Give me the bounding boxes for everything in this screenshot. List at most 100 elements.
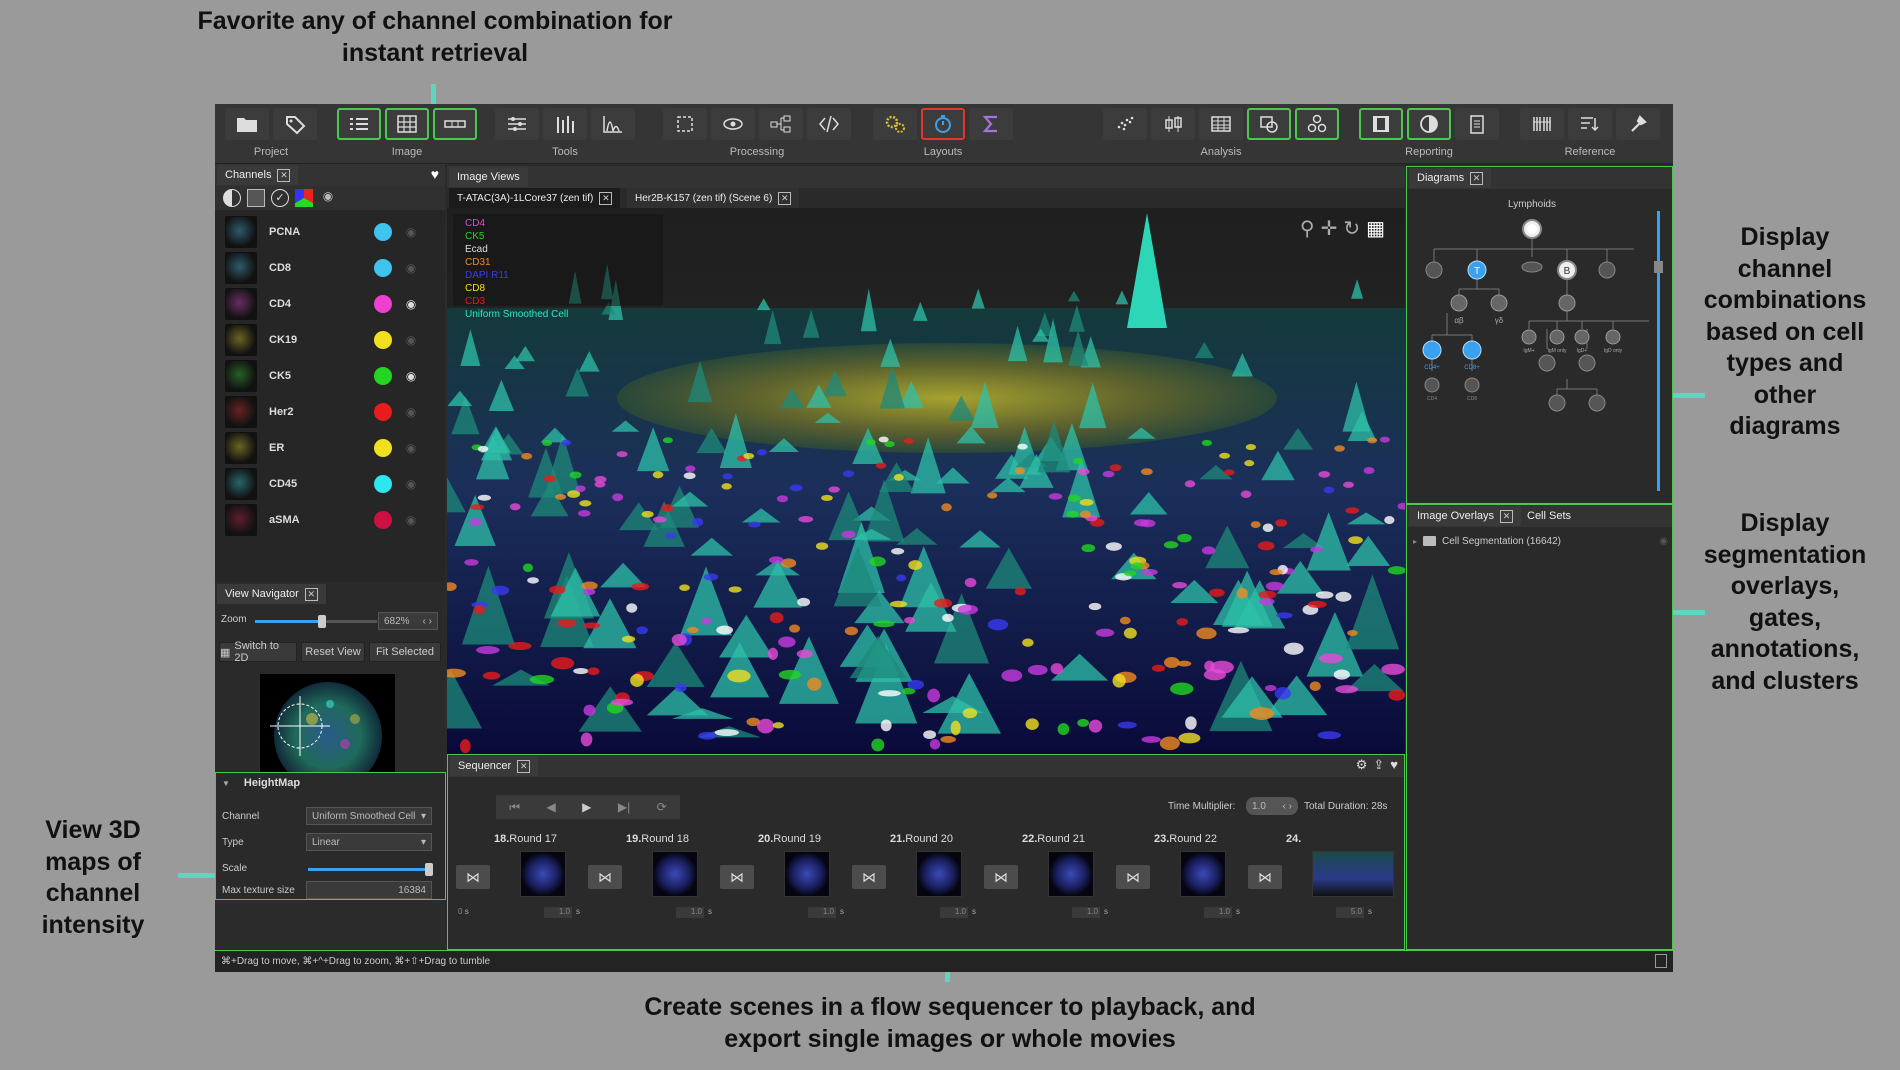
- scene-thumbnail[interactable]: [520, 851, 566, 897]
- scene-thumbnail[interactable]: [1180, 851, 1226, 897]
- gate-icon[interactable]: [1247, 108, 1291, 140]
- channel-list-icon[interactable]: [337, 108, 381, 140]
- channel-row[interactable]: CD8 ◉: [225, 250, 445, 286]
- gears-icon[interactable]: [873, 108, 917, 140]
- close-icon[interactable]: ✕: [277, 168, 291, 182]
- pan-icon[interactable]: ✛: [1321, 216, 1338, 241]
- transition-icon[interactable]: ⋈: [984, 865, 1018, 889]
- check-icon[interactable]: ✓: [271, 189, 289, 207]
- channel-color-swatch[interactable]: [374, 223, 392, 241]
- tab-diagrams[interactable]: Diagrams ✕: [1409, 168, 1492, 188]
- scene-thumbnail[interactable]: [784, 851, 830, 897]
- export-icon[interactable]: ⇪: [1373, 757, 1384, 773]
- visibility-eye-icon[interactable]: ◉: [403, 477, 419, 491]
- contrast-icon[interactable]: [1407, 108, 1451, 140]
- close-icon[interactable]: ✕: [517, 759, 531, 773]
- channel-color-swatch[interactable]: [374, 439, 392, 457]
- favorite-heart-icon[interactable]: ♥: [431, 166, 439, 182]
- channel-select[interactable]: Uniform Smoothed Cell ▾: [306, 807, 432, 825]
- scene-tile[interactable]: 24. ⋈ 5.0 s: [1244, 833, 1394, 927]
- channel-color-swatch[interactable]: [374, 331, 392, 349]
- channel-color-swatch[interactable]: [374, 475, 392, 493]
- tab-view-navigator[interactable]: View Navigator ✕: [217, 584, 326, 604]
- diagram-scrollbar[interactable]: [1654, 211, 1663, 491]
- visibility-eye-icon[interactable]: ◉: [403, 513, 419, 527]
- scene-tile[interactable]: 20.Round 19 ⋈ 1.0 s: [716, 833, 848, 927]
- zoom-slider[interactable]: [255, 615, 377, 628]
- close-icon[interactable]: ✕: [599, 191, 613, 205]
- sigma-icon[interactable]: [969, 108, 1013, 140]
- timer-icon[interactable]: [921, 108, 965, 140]
- contrast-toggle-icon[interactable]: [223, 189, 241, 207]
- code-icon[interactable]: [807, 108, 851, 140]
- overlay-item[interactable]: ▸ Cell Segmentation (16642) ◉: [1413, 533, 1668, 549]
- zoom-value-field[interactable]: 682% ‹ ›: [378, 612, 438, 630]
- scene-duration[interactable]: 1.0: [676, 907, 704, 918]
- tools-icon[interactable]: [1616, 108, 1660, 140]
- crop-icon[interactable]: [663, 108, 707, 140]
- step-back-icon[interactable]: ◀: [546, 800, 555, 814]
- reference-icon[interactable]: [1520, 108, 1564, 140]
- channel-row[interactable]: CD45 ◉: [225, 466, 445, 502]
- transition-icon[interactable]: ⋈: [720, 865, 754, 889]
- scene-duration[interactable]: 1.0: [1072, 907, 1100, 918]
- channel-color-swatch[interactable]: [374, 295, 392, 313]
- cluster-icon[interactable]: [1295, 108, 1339, 140]
- columns-icon[interactable]: [543, 108, 587, 140]
- sliders-icon[interactable]: [495, 108, 539, 140]
- visibility-eye-icon[interactable]: ◉: [403, 333, 419, 347]
- transition-icon[interactable]: ⋈: [1116, 865, 1150, 889]
- visibility-eye-icon[interactable]: ◉: [403, 369, 419, 383]
- scene-tile[interactable]: 22.Round 21 ⋈ 1.0 s: [980, 833, 1112, 927]
- scene-duration[interactable]: 5.0: [1336, 907, 1364, 918]
- visibility-eye-icon[interactable]: ◉: [403, 225, 419, 239]
- scene-tile[interactable]: 23.Round 22 ⋈ 1.0 s: [1112, 833, 1244, 927]
- scene-tile[interactable]: 18.Round 17 ⋈ 1.0 s: [452, 833, 584, 927]
- channel-row[interactable]: Her2 ◉: [225, 394, 445, 430]
- type-select[interactable]: Linear ▾: [306, 833, 432, 851]
- play-icon[interactable]: ▶: [582, 800, 591, 814]
- table-icon[interactable]: [1199, 108, 1243, 140]
- channel-color-swatch[interactable]: [374, 403, 392, 421]
- tab-image-views[interactable]: Image Views: [449, 167, 528, 187]
- visibility-eye-icon[interactable]: ◉: [403, 261, 419, 275]
- tab-image-overlays[interactable]: Image Overlays ✕: [1409, 506, 1522, 526]
- scene-duration[interactable]: 1.0: [544, 907, 572, 918]
- channel-color-swatch[interactable]: [374, 511, 392, 529]
- loop-icon[interactable]: ⟳: [657, 800, 667, 814]
- scene-tile[interactable]: 19.Round 18 ⋈ 1.0 s: [584, 833, 716, 927]
- close-icon[interactable]: ✕: [1500, 509, 1514, 523]
- visibility-eye-icon[interactable]: ◉: [403, 405, 419, 419]
- settings-gear-icon[interactable]: ⚙: [1356, 757, 1368, 773]
- transition-icon[interactable]: ⋈: [852, 865, 886, 889]
- doc-tab-2[interactable]: Her2B-K157 (zen tif) (Scene 6) ✕: [627, 188, 800, 208]
- eye-icon[interactable]: [711, 108, 755, 140]
- reset-view-button[interactable]: Reset View: [301, 642, 365, 662]
- scale-slider-handle[interactable]: [425, 863, 433, 876]
- rgb-icon[interactable]: [295, 189, 313, 207]
- scene-thumbnail[interactable]: [916, 851, 962, 897]
- tab-channels[interactable]: Channels ✕: [217, 165, 299, 185]
- close-icon[interactable]: ✕: [778, 191, 792, 205]
- channel-color-swatch[interactable]: [374, 259, 392, 277]
- scale-slider[interactable]: [308, 863, 433, 876]
- visibility-icon[interactable]: ◉: [1659, 536, 1668, 547]
- scene-duration[interactable]: 1.0: [1204, 907, 1232, 918]
- stepper-icon[interactable]: ‹ ›: [1283, 801, 1292, 812]
- channel-row[interactable]: PCNA ◉: [225, 214, 445, 250]
- tab-sequencer[interactable]: Sequencer ✕: [450, 756, 539, 776]
- eye-toggle-icon[interactable]: ◉: [319, 189, 337, 207]
- tag-icon[interactable]: [273, 108, 317, 140]
- zoom-slider-handle[interactable]: [318, 615, 327, 628]
- fit-selected-button[interactable]: Fit Selected: [369, 642, 441, 662]
- film-icon[interactable]: [1359, 108, 1403, 140]
- magnify-icon[interactable]: ⚲: [1300, 216, 1315, 241]
- stepper-icon[interactable]: ‹ ›: [423, 616, 432, 627]
- transition-icon[interactable]: ⋈: [1248, 865, 1282, 889]
- channel-row[interactable]: ER ◉: [225, 430, 445, 466]
- collapse-icon[interactable]: ▼: [222, 779, 230, 788]
- scene-thumbnail[interactable]: [1312, 851, 1394, 897]
- scene-thumbnail[interactable]: [652, 851, 698, 897]
- grid-icon[interactable]: [385, 108, 429, 140]
- transition-icon[interactable]: ⋈: [588, 865, 622, 889]
